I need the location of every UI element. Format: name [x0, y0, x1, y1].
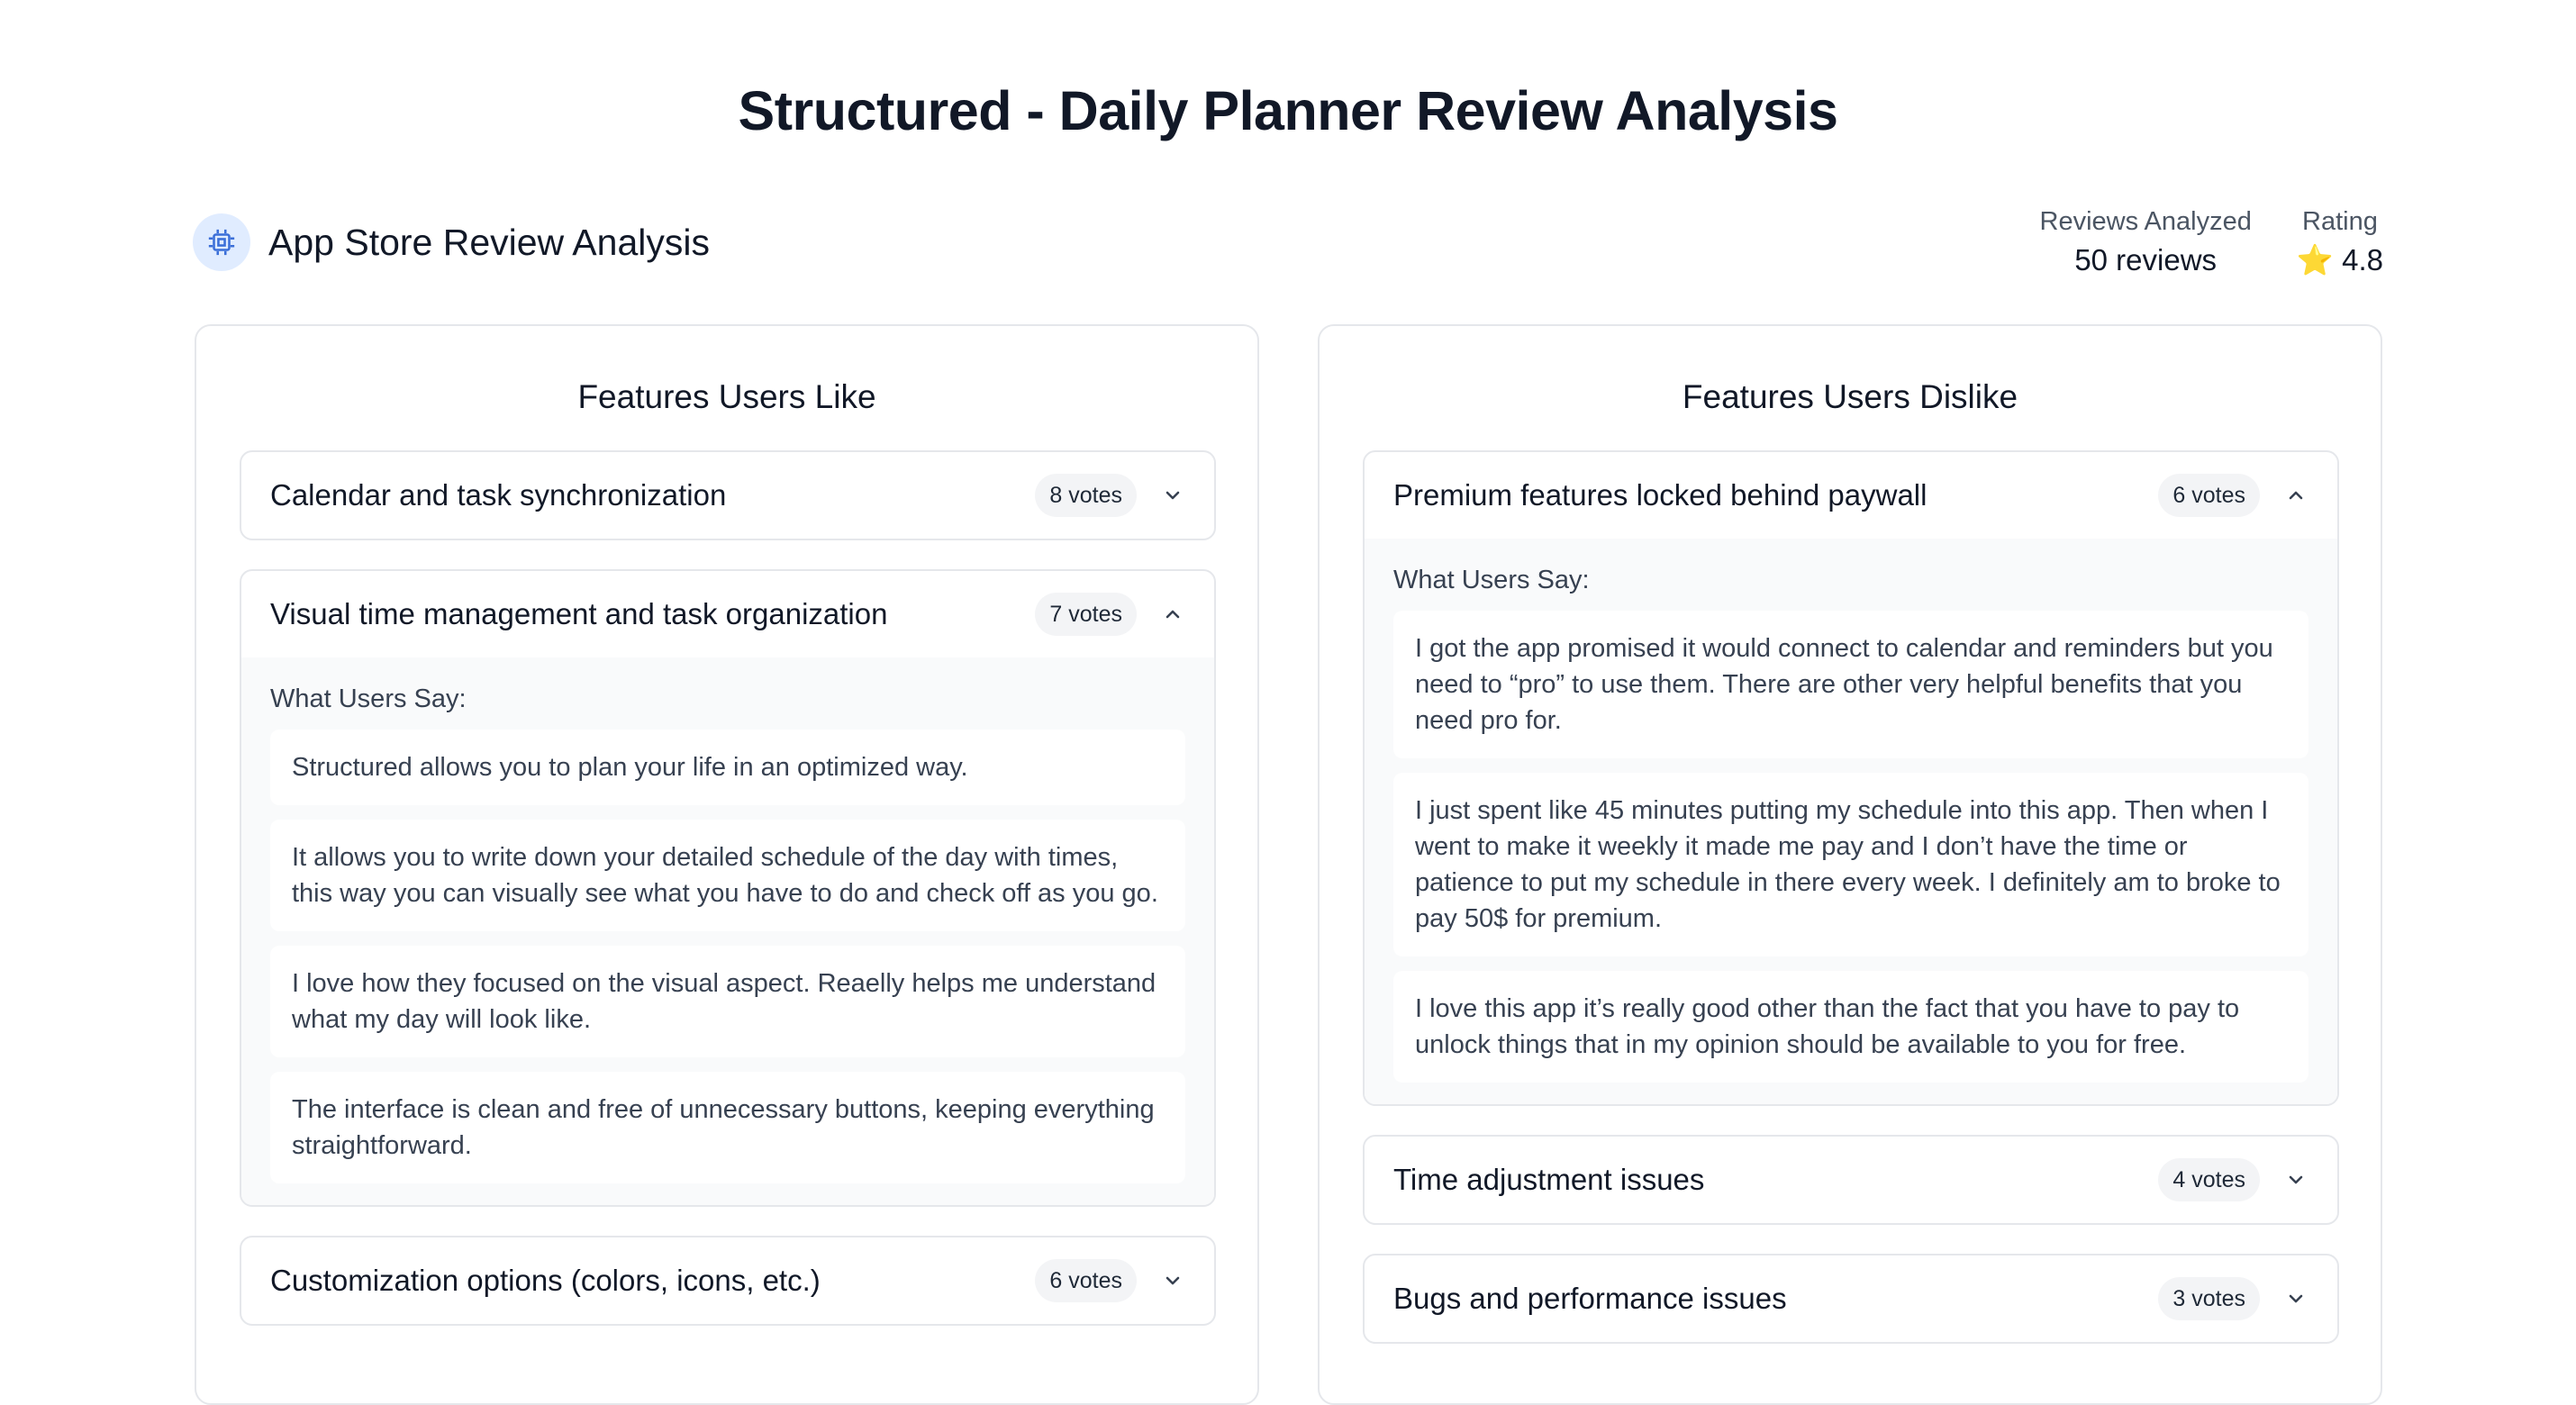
accordion-item: Visual time management and task organiza… — [240, 569, 1216, 1207]
reviews-label: Reviews Analyzed — [2039, 207, 2252, 236]
section-title: App Store Review Analysis — [268, 221, 710, 263]
review-quote: It allows you to write down your detaile… — [270, 820, 1185, 931]
page: Structured - Daily Planner Review Analys… — [0, 0, 2576, 1405]
chevron-down-icon[interactable] — [2283, 1286, 2308, 1311]
what-users-say-label: What Users Say: — [1393, 566, 1590, 594]
accordion-header[interactable]: Time adjustment issues 4 votes — [1365, 1137, 2337, 1223]
rating-stat: Rating ⭐ 4.8 — [2297, 204, 2383, 281]
accordion-header[interactable]: Calendar and task synchronization 8 vote… — [241, 452, 1214, 539]
accordion-item: Calendar and task synchronization 8 vote… — [240, 450, 1216, 540]
feature-title: Time adjustment issues — [1393, 1163, 1705, 1196]
feature-title: Calendar and task synchronization — [270, 478, 727, 512]
stats: Reviews Analyzed 50 reviews Rating ⭐ 4.8 — [2040, 204, 2383, 281]
review-quote: I just spent like 45 minutes putting my … — [1393, 773, 2308, 956]
review-quote: I love this app it’s really good other t… — [1393, 971, 2308, 1083]
chevron-up-icon[interactable] — [1160, 602, 1185, 627]
votes-badge: 4 votes — [2158, 1158, 2260, 1201]
accordion-body: What Users Say: Structured allows you to… — [241, 657, 1214, 1205]
dislikes-title: Features Users Dislike — [1682, 378, 2018, 415]
chevron-down-icon[interactable] — [1160, 483, 1185, 508]
votes-badge: 6 votes — [2158, 474, 2260, 517]
rating-value: ⭐ 4.8 — [2296, 243, 2383, 276]
likes-list: Calendar and task synchronization 8 vote… — [240, 450, 1216, 1355]
chevron-down-icon[interactable] — [2283, 1167, 2308, 1192]
feature-title: Bugs and performance issues — [1393, 1282, 1787, 1315]
what-users-say-label: What Users Say: — [270, 684, 467, 713]
accordion-header[interactable]: Visual time management and task organiza… — [241, 571, 1214, 657]
brand: App Store Review Analysis — [193, 213, 710, 271]
accordion-header[interactable]: Bugs and performance issues 3 votes — [1365, 1255, 2337, 1342]
votes-badge: 6 votes — [1035, 1259, 1137, 1302]
votes-badge: 3 votes — [2158, 1277, 2260, 1320]
analysis-header: App Store Review Analysis Reviews Analyz… — [193, 202, 2383, 283]
page-title: Structured - Daily Planner Review Analys… — [738, 80, 1838, 141]
votes-badge: 7 votes — [1035, 593, 1137, 636]
chevron-up-icon[interactable] — [2283, 483, 2308, 508]
feature-title: Visual time management and task organiza… — [270, 597, 888, 630]
accordion-body: What Users Say: I got the app promised i… — [1365, 539, 2337, 1104]
votes-badge: 8 votes — [1035, 474, 1137, 517]
accordion-item: Bugs and performance issues 3 votes — [1363, 1254, 2339, 1344]
feature-title: Premium features locked behind paywall — [1393, 478, 1927, 512]
accordion-item: Time adjustment issues 4 votes — [1363, 1135, 2339, 1225]
reviews-stat: Reviews Analyzed 50 reviews — [2040, 204, 2252, 281]
likes-title: Features Users Like — [577, 378, 876, 415]
review-quote: The interface is clean and free of unnec… — [270, 1072, 1185, 1183]
cpu-chip-icon — [193, 213, 250, 271]
accordion-header[interactable]: Customization options (colors, icons, et… — [241, 1237, 1214, 1324]
rating-label: Rating — [2302, 207, 2378, 236]
dislikes-list: Premium features locked behind paywall 6… — [1363, 450, 2339, 1373]
likes-panel: Features Users Like Calendar and task sy… — [195, 324, 1259, 1405]
accordion-item: Customization options (colors, icons, et… — [240, 1236, 1216, 1326]
dislikes-panel: Features Users Dislike Premium features … — [1318, 324, 2382, 1405]
review-quote: I got the app promised it would connect … — [1393, 611, 2308, 758]
chevron-down-icon[interactable] — [1160, 1268, 1185, 1293]
review-quote: Structured allows you to plan your life … — [270, 730, 1185, 805]
accordion-header[interactable]: Premium features locked behind paywall 6… — [1365, 452, 2337, 539]
accordion-item: Premium features locked behind paywall 6… — [1363, 450, 2339, 1106]
feature-title: Customization options (colors, icons, et… — [270, 1264, 821, 1297]
review-quote: I love how they focused on the visual as… — [270, 946, 1185, 1057]
reviews-value: 50 reviews — [2074, 243, 2218, 276]
